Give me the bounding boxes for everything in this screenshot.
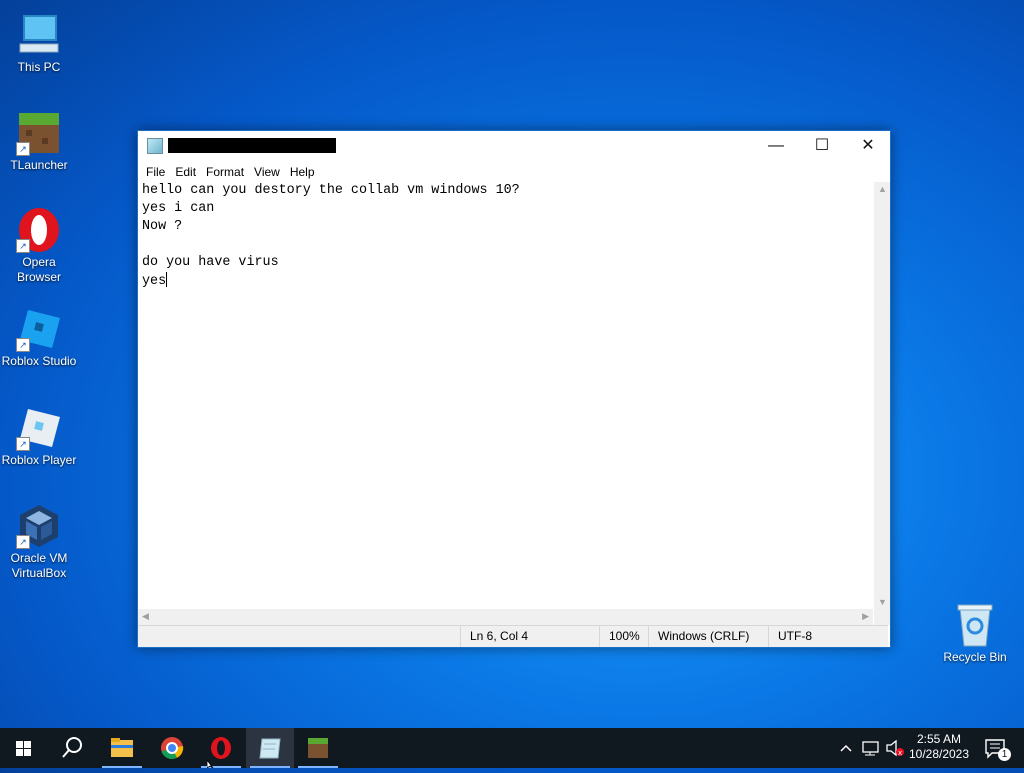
notepad-icon (259, 738, 281, 759)
desktop-icon-opera[interactable]: ↗ Opera Browser (0, 207, 78, 285)
text-line (142, 236, 873, 254)
notification-center-button[interactable]: 1 (978, 728, 1014, 768)
mouse-cursor-icon (207, 760, 214, 768)
chrome-icon (161, 737, 184, 760)
desktop-icon-this-pc[interactable]: This PC (0, 12, 78, 75)
clock-time: 2:55 AM (916, 732, 962, 746)
status-position: Ln 6, Col 4 (460, 626, 600, 647)
opera-icon: ↗ (16, 207, 62, 253)
volume-muted-icon: x (886, 739, 904, 757)
text-line: yes i can (142, 201, 215, 216)
roblox-player-icon: ↗ (16, 405, 62, 451)
network-icon (862, 741, 879, 756)
virtualbox-icon: ↗ (16, 503, 62, 549)
menu-bar: File Edit Format View Help (138, 161, 890, 182)
menu-edit[interactable]: Edit (170, 165, 201, 179)
tlauncher-icon (308, 738, 328, 758)
shortcut-arrow-icon: ↗ (16, 535, 30, 549)
menu-help[interactable]: Help (285, 165, 320, 179)
minimize-button[interactable]: — (753, 131, 799, 161)
text-editor[interactable]: hello can you destory the collab vm wind… (138, 182, 873, 609)
maximize-button[interactable]: ☐ (799, 131, 845, 161)
volume-status[interactable]: x (884, 728, 906, 768)
tlauncher-icon: ↗ (16, 110, 62, 156)
show-hidden-icons-button[interactable] (836, 728, 856, 768)
notification-count-badge: 1 (998, 748, 1011, 761)
status-encoding: UTF-8 (768, 626, 878, 647)
scroll-up-icon[interactable]: ▲ (878, 184, 887, 194)
desktop-icon-tlauncher[interactable]: ↗ TLauncher (0, 110, 78, 173)
shortcut-arrow-icon: ↗ (16, 437, 30, 451)
desktop-icon-label: Oracle VM VirtualBox (10, 551, 68, 580)
close-button[interactable]: ✕ (845, 131, 891, 161)
windows-logo-icon (16, 741, 31, 756)
taskbar: x 2:55 AM 10/28/2023 1 (0, 728, 1024, 768)
start-button[interactable] (0, 728, 48, 768)
shortcut-arrow-icon: ↗ (16, 142, 30, 156)
scroll-left-icon[interactable]: ◀ (142, 611, 149, 622)
taskbar-file-explorer[interactable] (98, 728, 146, 768)
scroll-right-icon[interactable]: ▶ (862, 611, 869, 622)
notepad-window[interactable]: — ☐ ✕ File Edit Format View Help hello c… (137, 130, 891, 648)
notepad-icon (147, 138, 163, 154)
this-pc-icon (16, 12, 62, 58)
status-bar: Ln 6, Col 4 100% Windows (CRLF) UTF-8 (138, 625, 888, 647)
text-line: do you have virus (142, 255, 279, 270)
roblox-studio-icon: ↗ (16, 306, 62, 352)
taskbar-opera[interactable] (197, 728, 245, 768)
scroll-down-icon[interactable]: ▼ (878, 597, 887, 607)
chevron-up-icon (840, 744, 852, 752)
recycle-bin-icon (952, 602, 998, 648)
vertical-scrollbar[interactable]: ▲ ▼ (874, 182, 890, 609)
desktop-icon-label: TLauncher (10, 158, 68, 172)
clock[interactable]: 2:55 AM 10/28/2023 (906, 728, 972, 768)
taskbar-tlauncher[interactable] (294, 728, 342, 768)
taskbar-notepad[interactable] (246, 728, 294, 768)
clock-date: 10/28/2023 (908, 747, 970, 761)
horizontal-scrollbar[interactable]: ◀ ▶ (138, 609, 873, 625)
folder-icon (111, 738, 133, 757)
desktop-icon-label: Recycle Bin (943, 650, 1007, 664)
search-button[interactable] (48, 728, 96, 768)
desktop-icon-recycle-bin[interactable]: Recycle Bin (936, 602, 1014, 665)
text-line: Now ? (142, 219, 183, 234)
text-caret (166, 272, 168, 287)
title-bar[interactable]: — ☐ ✕ (138, 131, 890, 161)
status-line-ending: Windows (CRLF) (648, 626, 768, 647)
notification-icon (985, 739, 1005, 759)
desktop-icon-label: Roblox Player (1, 453, 77, 467)
shortcut-arrow-icon: ↗ (16, 239, 30, 253)
svg-text:x: x (898, 749, 902, 757)
menu-view[interactable]: View (249, 165, 285, 179)
desktop-icon-virtualbox[interactable]: ↗ Oracle VM VirtualBox (0, 503, 78, 581)
search-icon (62, 737, 82, 758)
scrollbar-corner (874, 609, 890, 625)
opera-icon (211, 737, 231, 759)
text-line: yes (142, 274, 167, 289)
taskbar-chrome[interactable] (148, 728, 196, 768)
network-status[interactable] (860, 728, 882, 768)
menu-format[interactable]: Format (201, 165, 249, 179)
desktop-icon-label: This PC (17, 60, 61, 74)
shortcut-arrow-icon: ↗ (16, 338, 30, 352)
desktop-icon-label: Roblox Studio (1, 354, 77, 368)
desktop-icon-label: Opera Browser (16, 255, 61, 284)
text-line-current: yes (142, 272, 873, 290)
menu-file[interactable]: File (141, 165, 170, 179)
text-line: hello can you destory the collab vm wind… (142, 183, 520, 198)
desktop-icon-roblox-studio[interactable]: ↗ Roblox Studio (0, 306, 78, 369)
desktop-icon-roblox-player[interactable]: ↗ Roblox Player (0, 405, 78, 468)
redacted-window-title (168, 138, 336, 153)
status-zoom: 100% (599, 626, 651, 647)
